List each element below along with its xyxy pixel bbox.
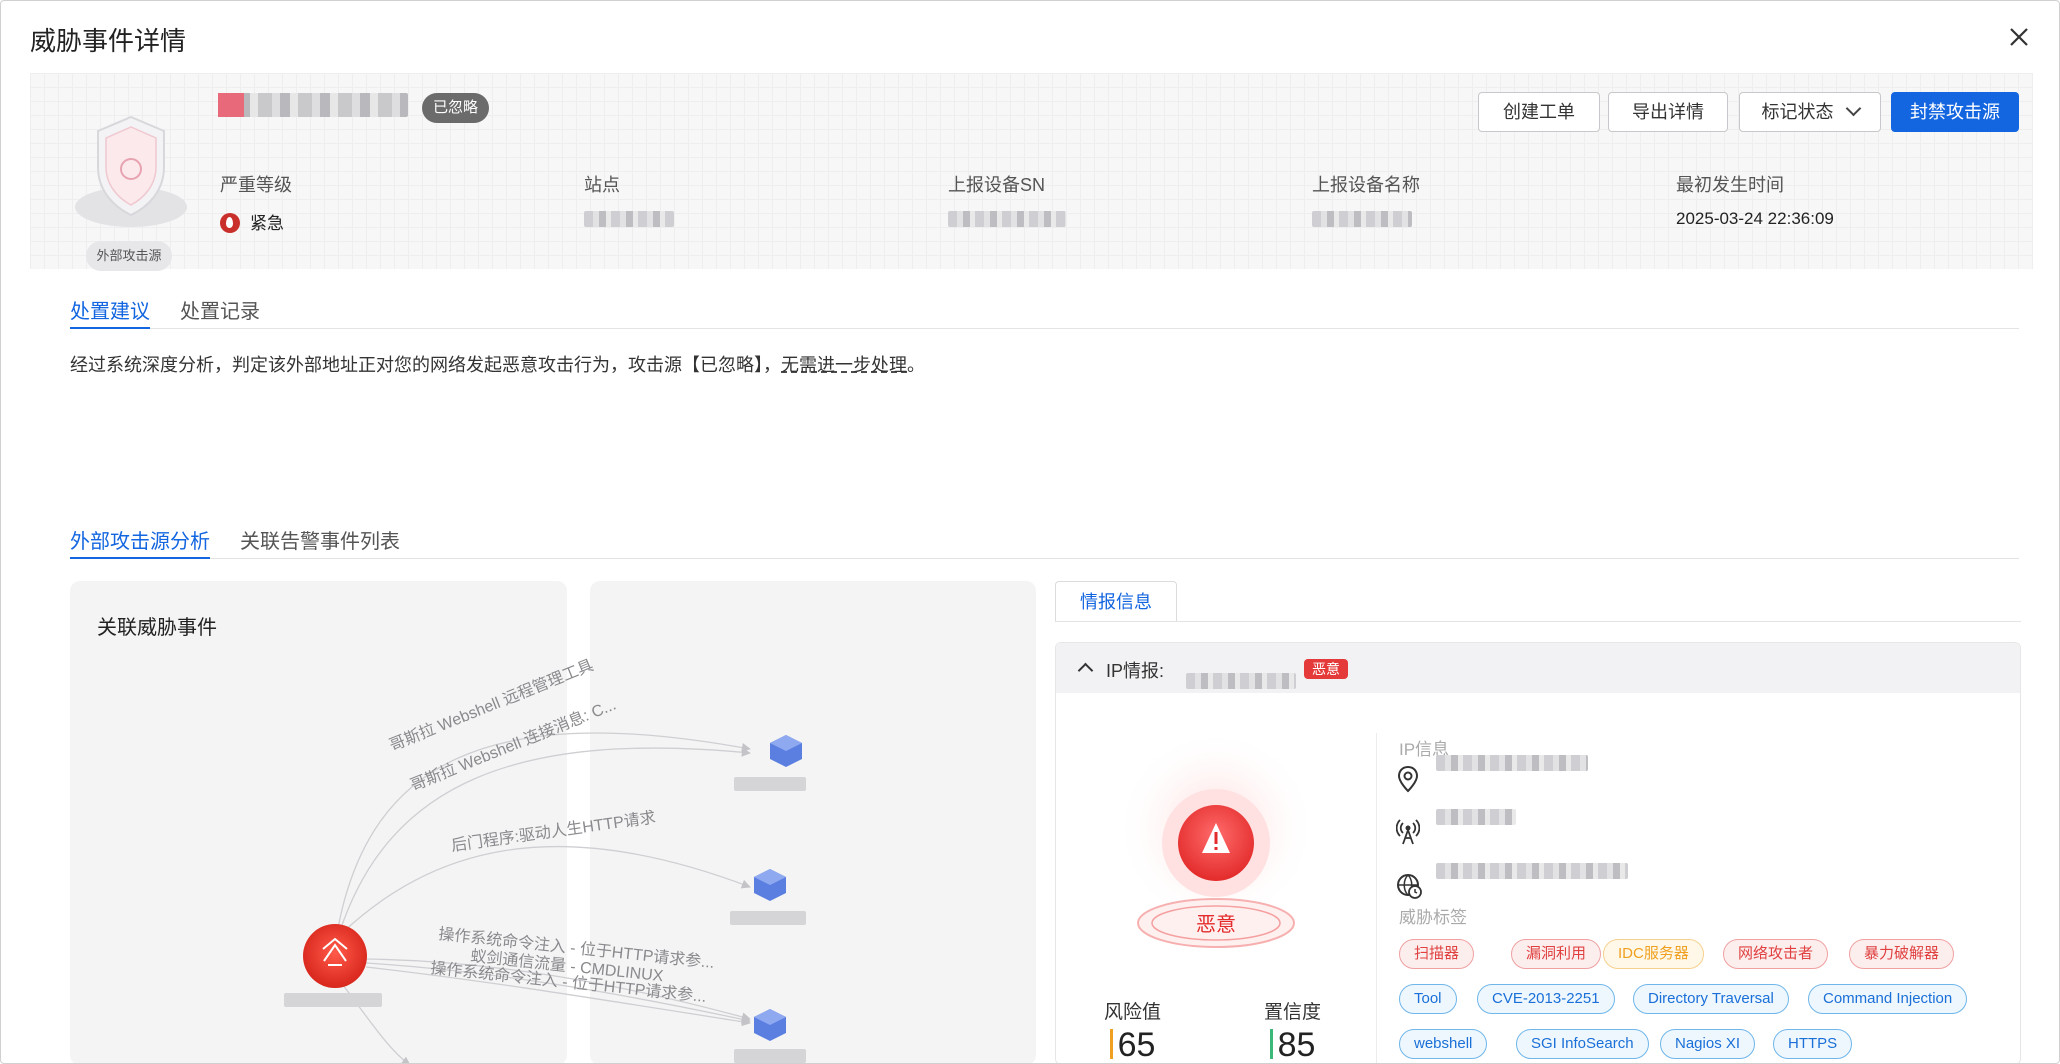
mark-status-label: 标记状态 [1761,102,1834,122]
threat-tag: Directory Traversal [1633,984,1789,1014]
chevron-up-icon[interactable] [1077,662,1094,679]
threat-tag: Command Injection [1808,984,1968,1014]
target-node-2[interactable] [730,869,806,925]
location-redacted [1436,755,1588,771]
confidence-score: 置信度 85 [1264,997,1322,1064]
first-time-value: 2025-03-24 22:36:09 [1676,209,1834,228]
threat-event-dialog: 威胁事件详情 外部攻击源 已忽略 创建工单 导出详情 标记状态 封禁攻击源 严重… [0,0,2060,1064]
device-name-redacted [1312,211,1412,227]
threat-tag: Nagios XI [1660,1029,1756,1059]
threat-tag: CVE-2013-2251 [1477,984,1615,1014]
close-icon[interactable] [2003,21,2035,53]
malicious-alert-icon: 恶意 [1116,738,1316,948]
tab-disposal-advice[interactable]: 处置建议 [70,295,150,329]
advice-main: 经过系统深度分析，判定该外部地址正对您的网络发起恶意攻击行为，攻击源【已忽略】， [70,355,781,375]
severity-value: 紧急 [220,209,292,234]
verdict-text: 恶意 [1196,913,1236,936]
threat-tag: webshell [1399,1029,1488,1059]
location-pin-icon [1397,765,1419,793]
edge-labels: 哥斯拉 Webshell 远程管理工具 哥斯拉 Webshell 连接消息: C… [387,656,716,1006]
analysis-tabs: 外部攻击源分析 关联告警事件列表 [70,525,2019,559]
threat-tag: Tool [1399,984,1457,1014]
threat-tag: IDC服务器 [1603,939,1704,969]
advice-end: 。 [907,355,925,375]
threat-tag: SGI InfoSearch [1516,1029,1649,1059]
network-redacted [1436,863,1628,879]
threat-tags-title: 威胁标签 [1399,908,1467,927]
site-value-redacted [584,211,674,227]
globe-clock-icon [1397,874,1422,899]
tab-disposal-records[interactable]: 处置记录 [180,295,260,329]
event-header: 外部攻击源 已忽略 创建工单 导出详情 标记状态 封禁攻击源 严重等级 紧急 站… [30,73,2033,271]
edge-label: 哥斯拉 Webshell 连接消息: C... [408,696,619,795]
risk-label: 风险值 [1104,1002,1162,1023]
device-name-field: 上报设备名称 [1312,171,1420,232]
event-name-redacted [218,93,408,117]
site-field: 站点 [584,171,674,232]
sn-value-redacted [948,211,1066,227]
divider [1376,733,1377,1063]
risk-value-wrap: 65 [1104,1026,1161,1064]
first-time-field: 最初发生时间 2025-03-24 22:36:09 [1676,171,1834,229]
confidence-bar [1269,1029,1273,1059]
risk-value: 65 [1117,1026,1156,1064]
graph-edges [337,732,751,1063]
confidence-value: 85 [1277,1026,1316,1064]
signal-tower-icon [1396,819,1420,845]
export-details-button[interactable]: 导出详情 [1608,92,1728,132]
chevron-down-icon [1845,100,1861,117]
tab-intel-info[interactable]: 情报信息 [1055,581,1177,621]
edge-label: 哥斯拉 Webshell 远程管理工具 [387,656,596,755]
risk-score: 风险值 65 [1104,997,1162,1064]
threat-graph[interactable]: 哥斯拉 Webshell 远程管理工具 哥斯拉 Webshell 连接消息: C… [70,581,1036,1064]
risk-bar [1109,1029,1113,1059]
block-attacker-button[interactable]: 封禁攻击源 [1891,92,2019,132]
tab-attacker-analysis[interactable]: 外部攻击源分析 [70,525,210,559]
malicious-badge: 恶意 [1304,659,1348,679]
ip-intel-header[interactable]: IP情报: 恶意 [1056,643,2020,693]
ip-address-redacted [1186,673,1296,689]
device-name-label: 上报设备名称 [1312,175,1420,195]
confidence-value-wrap: 85 [1264,1026,1321,1064]
target-node-1[interactable] [734,735,806,791]
advice-text: 经过系统深度分析，判定该外部地址正对您的网络发起恶意攻击行为，攻击源【已忽略】，… [70,351,925,377]
threat-tag: HTTPS [1773,1029,1853,1059]
sn-field: 上报设备SN [948,171,1066,232]
sn-label: 上报设备SN [948,175,1046,195]
threat-tag: 漏洞利用 [1511,939,1602,969]
edge-label: 后门程序:驱动人生HTTP请求 [450,808,657,855]
create-ticket-button[interactable]: 创建工单 [1478,92,1600,132]
severity-label: 严重等级 [220,175,292,195]
severity-field: 严重等级 紧急 [220,171,292,234]
threat-tag: 暴力破解器 [1849,939,1955,969]
disposal-tabs: 处置建议 处置记录 [70,295,2019,329]
isp-redacted [1436,809,1516,825]
tab-related-alerts[interactable]: 关联告警事件列表 [240,525,400,559]
severity-text: 紧急 [250,214,284,233]
status-badge: 已忽略 [422,93,490,123]
emblem-label: 外部攻击源 [86,241,172,271]
attacker-node[interactable] [284,924,382,1007]
confidence-label: 置信度 [1264,1002,1322,1023]
advice-underlined: 无需进一步处理 [781,355,907,375]
intel-tab-divider [1055,621,2021,622]
site-label: 站点 [584,175,620,195]
first-time-label: 最初发生时间 [1676,175,1784,195]
mark-status-dropdown[interactable]: 标记状态 [1739,92,1881,132]
ip-intel-card: IP情报: 恶意 恶意 风险值 65 置信度 85 IP信息 威胁标签 扫描器 … [1055,642,2021,1064]
dialog-title: 威胁事件详情 [30,26,187,56]
ip-intel-label: IP情报: [1106,661,1165,681]
fire-icon [220,213,240,233]
threat-tag: 网络攻击者 [1723,939,1829,969]
threat-tag: 扫描器 [1399,939,1475,969]
